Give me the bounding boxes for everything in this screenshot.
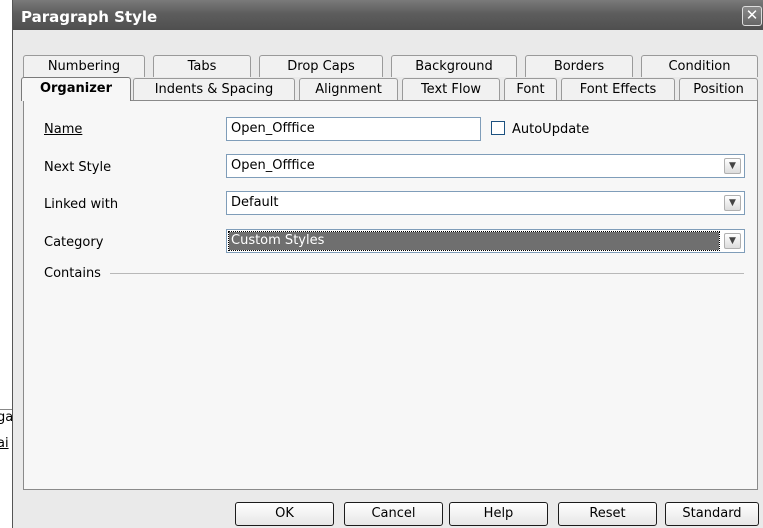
autoupdate-checkbox[interactable] [491,121,505,135]
tab-font[interactable]: Font [504,78,557,100]
linked-with-select[interactable]: Default ▼ [226,191,745,215]
tab-position[interactable]: Position [679,78,758,100]
contains-divider [110,273,744,274]
organizer-panel: Name Open_Offfice AutoUpdate Next Style … [23,100,758,490]
tab-numbering[interactable]: Numbering [23,55,145,77]
tab-alignment[interactable]: Alignment [299,78,398,100]
background-text-line2: ai [0,436,9,451]
standard-button[interactable]: Standard [665,502,759,526]
next-style-value: Open_Offfice [231,158,315,173]
next-style-select[interactable]: Open_Offfice ▼ [226,154,745,178]
linked-with-label: Linked with [44,197,119,212]
tab-drop-caps[interactable]: Drop Caps [259,55,383,77]
tab-borders[interactable]: Borders [525,55,633,77]
help-button[interactable]: Help [449,502,548,526]
chevron-down-icon[interactable]: ▼ [724,233,741,249]
contains-label: Contains [44,266,101,281]
category-select[interactable]: Custom Styles ▼ [226,229,745,253]
dialog-title: Paragraph Style [21,8,158,26]
reset-button[interactable]: Reset [558,502,657,526]
tab-indents-spacing[interactable]: Indents & Spacing [133,78,295,100]
close-button[interactable]: ✕ [742,6,762,26]
cancel-button[interactable]: Cancel [344,502,443,526]
next-style-label: Next Style [44,160,112,175]
ok-button[interactable]: OK [235,502,334,526]
name-input[interactable]: Open_Offfice [226,117,481,141]
tab-text-flow[interactable]: Text Flow [402,78,500,100]
chevron-down-icon[interactable]: ▼ [724,195,741,211]
dialog-body: Numbering Tabs Drop Caps Background Bord… [13,30,763,528]
category-value: Custom Styles [228,231,720,251]
linked-with-value: Default [231,195,279,210]
tab-organizer[interactable]: Organizer [21,77,131,101]
category-label: Category [44,235,104,250]
autoupdate-label[interactable]: AutoUpdate [512,122,589,137]
chevron-down-icon[interactable]: ▼ [724,158,741,174]
close-icon: ✕ [745,6,759,24]
name-label-text: Name [44,122,83,137]
title-bar[interactable]: Paragraph Style ✕ [13,0,763,30]
tab-tabs[interactable]: Tabs [153,55,251,77]
paragraph-style-dialog: Paragraph Style ✕ Numbering Tabs Drop Ca… [12,0,763,528]
background-document-fragment: ga ai [0,409,13,470]
tab-background[interactable]: Background [391,55,517,77]
tab-font-effects[interactable]: Font Effects [561,78,675,100]
tab-condition[interactable]: Condition [641,55,758,77]
name-label: Name [44,122,82,137]
